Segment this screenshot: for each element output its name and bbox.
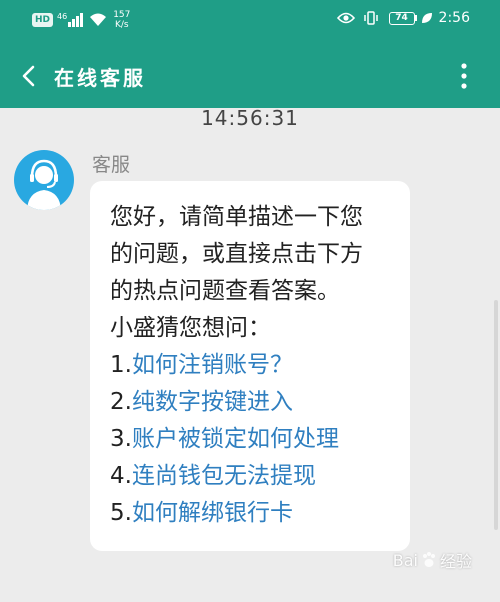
question-item: 2.纯数字按键进入 xyxy=(110,384,410,421)
app-toolbar: 在线客服 xyxy=(0,44,500,108)
question-item: 4.连尚钱包无法提现 xyxy=(110,458,410,495)
network-type: 46 xyxy=(57,11,68,21)
clock: 2:56 xyxy=(438,10,470,26)
question-number: 3. xyxy=(110,426,132,452)
wifi-icon xyxy=(90,13,107,26)
watermark-prefix: Bai xyxy=(392,550,418,570)
avatar[interactable] xyxy=(14,150,74,210)
question-link-wallet-withdraw[interactable]: 连尚钱包无法提现 xyxy=(132,463,316,489)
question-number: 5. xyxy=(110,500,132,526)
page-title: 在线客服 xyxy=(54,66,146,90)
message-line: 小盛猜您想问： xyxy=(110,315,271,341)
sender-name: 客服 xyxy=(92,154,131,176)
status-right: 74 2:56 xyxy=(336,10,470,26)
question-number: 4. xyxy=(110,463,132,489)
question-number: 2. xyxy=(110,389,132,415)
leaf-icon xyxy=(421,13,432,23)
question-number: 1. xyxy=(110,352,132,378)
message-line: 的问题，或直接点击下方 xyxy=(110,241,363,267)
more-vertical-icon xyxy=(461,63,467,89)
message-line: 的热点问题查看答案。 xyxy=(110,278,340,304)
signal-icon xyxy=(68,13,84,27)
eye-icon xyxy=(336,12,355,24)
vibrate-icon xyxy=(363,11,378,25)
question-link-unbind-card[interactable]: 如何解绑银行卡 xyxy=(132,500,293,526)
more-options-button[interactable] xyxy=(454,60,474,92)
battery-level: 74 xyxy=(395,13,408,23)
back-button[interactable] xyxy=(12,58,48,94)
paw-icon xyxy=(422,552,435,567)
network-speed: 157 K/s xyxy=(113,10,130,30)
status-left: HD 46 157 K/s xyxy=(32,10,130,30)
speed-value: 157 xyxy=(113,10,131,20)
scrollbar[interactable] xyxy=(494,300,498,530)
message-timestamp: 14:56:31 xyxy=(201,106,299,130)
hd-badge: HD xyxy=(32,13,54,27)
question-item: 1.如何注销账号？ xyxy=(110,347,410,384)
question-link-cancel-account[interactable]: 如何注销账号？ xyxy=(132,352,293,378)
question-link-numeric-keys[interactable]: 纯数字按键进入 xyxy=(132,389,293,415)
chevron-left-icon xyxy=(22,65,35,87)
watermark-suffix: 经验 xyxy=(439,552,472,571)
status-bar: HD 46 157 K/s 74 2:56 xyxy=(0,0,500,44)
question-item: 5.如何解绑银行卡 xyxy=(110,495,410,532)
agent-headset-icon xyxy=(27,159,61,210)
battery-icon: 74 xyxy=(388,11,415,25)
question-item: 3.账户被锁定如何处理 xyxy=(110,421,410,458)
question-link-account-locked[interactable]: 账户被锁定如何处理 xyxy=(132,426,339,452)
message-line: 您好，请简单描述一下您 xyxy=(110,204,363,230)
battery-tip xyxy=(414,15,417,21)
message-bubble: 您好，请简单描述一下您 的问题，或直接点击下方 的热点问题查看答案。 小盛猜您想… xyxy=(90,181,410,551)
speed-unit: K/s xyxy=(114,20,129,30)
watermark: Bai 经验 xyxy=(393,548,472,572)
